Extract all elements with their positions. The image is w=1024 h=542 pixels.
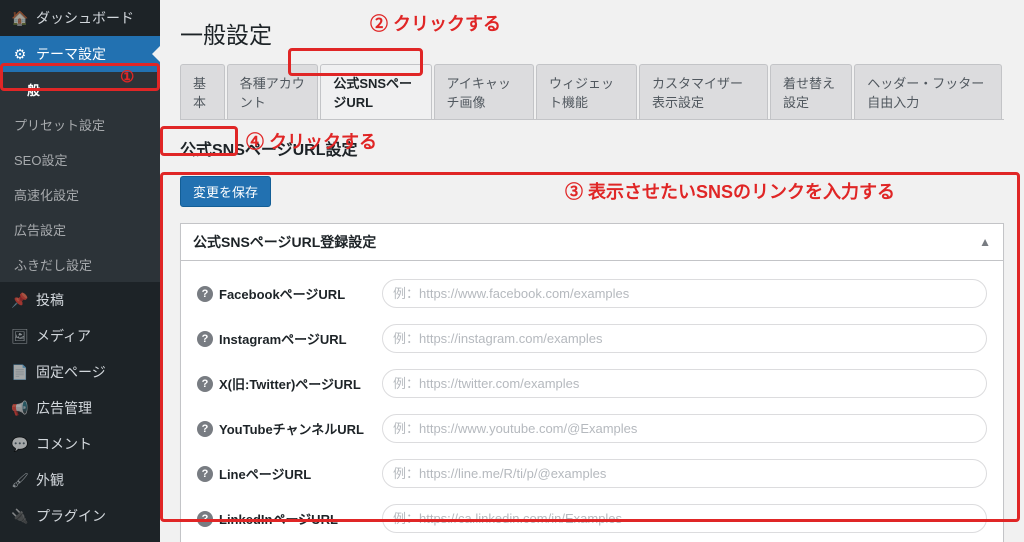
postbox-toggle-icon[interactable]: ▲ bbox=[979, 235, 991, 249]
help-icon[interactable]: ? bbox=[197, 466, 213, 482]
sidebar-item-ad-manage-icon: 📢 bbox=[10, 398, 30, 418]
sidebar-sub-preset[interactable]: プリセット設定 bbox=[0, 107, 160, 142]
field-linkedin-input[interactable] bbox=[382, 504, 987, 533]
sidebar-item-comments-label: コメント bbox=[36, 434, 92, 454]
field-instagram-input[interactable] bbox=[382, 324, 987, 353]
sidebar-item-plugins[interactable]: 🔌 プラグイン bbox=[0, 498, 160, 534]
field-instagram-row: ? InstagramページURL bbox=[197, 316, 987, 361]
field-linkedin-label: ? LinkedInページURL bbox=[197, 509, 382, 528]
sidebar-item-media-icon: 🖼 bbox=[10, 326, 30, 346]
field-x-twitter-row: ? X(旧:Twitter)ページURL bbox=[197, 361, 987, 406]
save-button[interactable]: 変更を保存 bbox=[180, 176, 271, 207]
sidebar-item-media[interactable]: 🖼 メディア bbox=[0, 318, 160, 354]
tab-dress[interactable]: 着せ替え設定 bbox=[770, 64, 852, 119]
field-youtube-row: ? YouTubeチャンネルURL bbox=[197, 406, 987, 451]
sidebar-item-theme-settings-icon: ⚙ bbox=[10, 44, 30, 64]
sidebar-item-appearance-label: 外観 bbox=[36, 470, 64, 490]
sidebar-item-ad-manage[interactable]: 📢 広告管理 bbox=[0, 390, 160, 426]
field-facebook-label: ? FacebookページURL bbox=[197, 284, 382, 303]
sidebar-sub-general[interactable]: 一般 bbox=[0, 72, 160, 107]
sidebar-item-ad-manage-label: 広告管理 bbox=[36, 398, 92, 418]
field-line-label: ? LineページURL bbox=[197, 464, 382, 483]
tab-sns-url[interactable]: 公式SNSページURL bbox=[320, 64, 431, 119]
sidebar-item-plugins-icon: 🔌 bbox=[10, 506, 30, 526]
annotation-3-text: ③ 表示させたいSNSのリンクを入力する bbox=[565, 178, 895, 204]
sidebar-item-posts-label: 投稿 bbox=[36, 290, 64, 310]
sidebar-item-posts-icon: 📌 bbox=[10, 290, 30, 310]
sidebar-item-dashboard[interactable]: 🏠 ダッシュボード bbox=[0, 0, 160, 36]
sidebar-item-appearance-icon: 🖌 bbox=[10, 470, 30, 490]
tab-basic[interactable]: 基本 bbox=[180, 64, 225, 119]
sidebar-item-comments-icon: 💬 bbox=[10, 434, 30, 454]
tab-header-footer[interactable]: ヘッダー・フッター自由入力 bbox=[854, 64, 1002, 119]
field-line-input[interactable] bbox=[382, 459, 987, 488]
sidebar-item-theme-settings[interactable]: ⚙ テーマ設定 bbox=[0, 36, 160, 72]
tab-accounts[interactable]: 各種アカウント bbox=[227, 64, 319, 119]
field-line-row: ? LineページURL bbox=[197, 451, 987, 496]
tab-widget[interactable]: ウィジェット機能 bbox=[536, 64, 637, 119]
sidebar-item-comments[interactable]: 💬 コメント bbox=[0, 426, 160, 462]
tab-customizer[interactable]: カスタマイザー表示設定 bbox=[639, 64, 768, 119]
help-icon[interactable]: ? bbox=[197, 511, 213, 527]
section-title: 公式SNSページURL設定 bbox=[180, 136, 1004, 160]
sidebar-item-appearance[interactable]: 🖌 外観 bbox=[0, 462, 160, 498]
help-icon[interactable]: ? bbox=[197, 421, 213, 437]
field-youtube-input[interactable] bbox=[382, 414, 987, 443]
help-icon[interactable]: ? bbox=[197, 331, 213, 347]
sns-url-postbox: 公式SNSページURL登録設定 ▲ ? FacebookページURL ? Ins… bbox=[180, 223, 1004, 542]
postbox-title: 公式SNSページURL登録設定 bbox=[193, 232, 376, 252]
main-content: 一般設定 基本各種アカウント公式SNSページURLアイキャッチ画像ウィジェット機… bbox=[160, 0, 1024, 542]
field-instagram-label: ? InstagramページURL bbox=[197, 329, 382, 348]
field-facebook-row: ? FacebookページURL bbox=[197, 271, 987, 316]
sidebar-item-users[interactable]: 👤ユーザー bbox=[0, 534, 160, 542]
tab-eyecatch[interactable]: アイキャッチ画像 bbox=[434, 64, 534, 119]
sidebar-item-pages-label: 固定ページ bbox=[36, 362, 106, 382]
page-title: 一般設定 bbox=[180, 16, 1004, 50]
admin-sidebar: 🏠 ダッシュボード ⚙ テーマ設定 一般プリセット設定SEO設定高速化設定広告設定ふき… bbox=[0, 0, 160, 542]
sidebar-item-theme-settings-label: テーマ設定 bbox=[36, 44, 106, 64]
field-facebook-input[interactable] bbox=[382, 279, 987, 308]
sidebar-sub-seo[interactable]: SEO設定 bbox=[0, 142, 160, 177]
field-linkedin-row: ? LinkedInページURL bbox=[197, 496, 987, 541]
sidebar-item-posts[interactable]: 📌 投稿 bbox=[0, 282, 160, 318]
sidebar-item-media-label: メディア bbox=[36, 326, 91, 346]
sidebar-item-plugins-label: プラグイン bbox=[36, 506, 106, 526]
sidebar-item-pages-icon: 📄 bbox=[10, 362, 30, 382]
tab-bar: 基本各種アカウント公式SNSページURLアイキャッチ画像ウィジェット機能カスタマ… bbox=[180, 64, 1004, 120]
field-x-twitter-input[interactable] bbox=[382, 369, 987, 398]
sidebar-item-dashboard-icon: 🏠 bbox=[10, 8, 30, 28]
sidebar-item-dashboard-label: ダッシュボード bbox=[36, 8, 134, 28]
sidebar-sub-ads[interactable]: 広告設定 bbox=[0, 212, 160, 247]
postbox-header: 公式SNSページURL登録設定 ▲ bbox=[181, 224, 1003, 261]
help-icon[interactable]: ? bbox=[197, 286, 213, 302]
sidebar-item-pages[interactable]: 📄 固定ページ bbox=[0, 354, 160, 390]
field-youtube-label: ? YouTubeチャンネルURL bbox=[197, 419, 382, 438]
sidebar-sub-speed[interactable]: 高速化設定 bbox=[0, 177, 160, 212]
postbox-body: ? FacebookページURL ? InstagramページURL ? X(旧… bbox=[181, 261, 1003, 542]
help-icon[interactable]: ? bbox=[197, 376, 213, 392]
sidebar-sub-balloon[interactable]: ふきだし設定 bbox=[0, 247, 160, 282]
field-x-twitter-label: ? X(旧:Twitter)ページURL bbox=[197, 374, 382, 393]
